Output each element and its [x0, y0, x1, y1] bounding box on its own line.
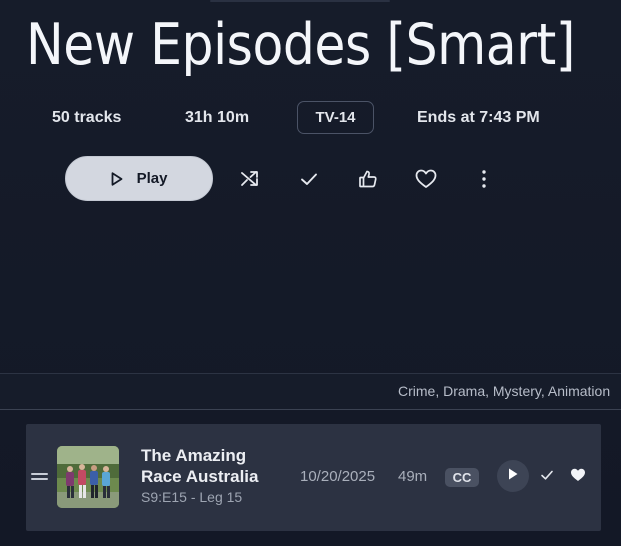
play-icon — [508, 467, 518, 485]
check-icon — [540, 468, 554, 486]
rating-badge: TV-14 — [297, 101, 374, 134]
playlist-page: New Episodes [Smart] 50 tracks 31h 10m T… — [0, 0, 621, 546]
more-options-button[interactable] — [469, 164, 499, 194]
favorite-button[interactable] — [411, 164, 441, 194]
shuffle-icon — [239, 169, 261, 189]
genres-text: Crime, Drama, Mystery, Animation — [398, 383, 611, 399]
mark-watched-button[interactable] — [294, 164, 324, 194]
play-label: Play — [136, 170, 168, 187]
track-count: 50 tracks — [52, 109, 122, 126]
thumbs-up-icon — [358, 169, 378, 189]
episode-date: 10/20/2025 — [300, 468, 376, 485]
cc-badge: CC — [445, 468, 479, 487]
playlist-meta: 50 tracks 31h 10m TV-14 Ends at 7:43 PM — [0, 101, 621, 135]
episode-title[interactable]: The Amazing Race Australia — [141, 445, 291, 487]
play-button[interactable]: Play — [65, 156, 213, 201]
episode-favorite-button[interactable] — [569, 468, 587, 486]
play-icon — [111, 171, 123, 186]
episode-length: 49m — [398, 468, 428, 485]
heart-icon — [570, 468, 586, 487]
episode-subtitle: S9:E15 - Leg 15 — [141, 489, 243, 505]
episode-info: The Amazing Race Australia S9:E15 - Leg … — [141, 445, 291, 505]
action-bar: Play — [0, 156, 621, 201]
episode-thumbnail — [57, 446, 119, 508]
total-duration: 31h 10m — [185, 109, 250, 126]
check-icon — [299, 171, 319, 187]
shuffle-button[interactable] — [235, 164, 265, 194]
like-button[interactable] — [353, 164, 383, 194]
genre-list: Crime, Drama, Mystery, Animation — [0, 373, 621, 410]
episode-mark-watched-button[interactable] — [538, 468, 556, 486]
end-time: Ends at 7:43 PM — [417, 109, 540, 126]
more-vertical-icon — [481, 169, 487, 189]
page-title: New Episodes [Smart] — [26, 12, 576, 78]
drag-handle-icon[interactable] — [31, 473, 48, 481]
episode-play-button[interactable] — [497, 460, 529, 492]
episode-row[interactable]: The Amazing Race Australia S9:E15 - Leg … — [26, 424, 601, 531]
top-scroll-indicator — [210, 0, 390, 2]
heart-icon — [415, 169, 437, 189]
